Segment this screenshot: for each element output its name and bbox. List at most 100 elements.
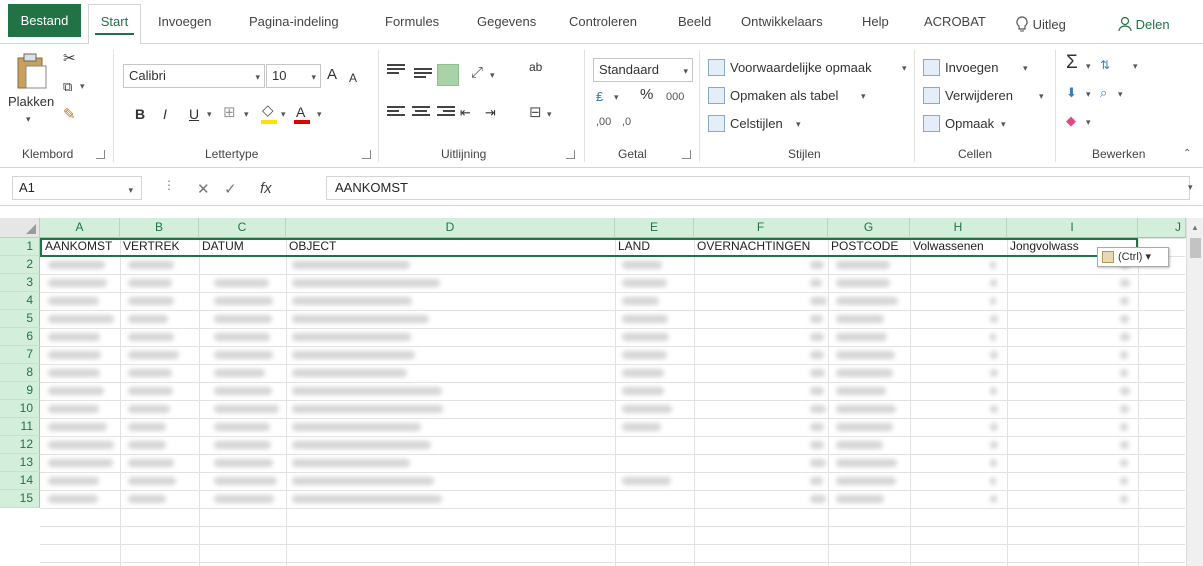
tab-review[interactable]: Controleren [569, 14, 637, 44]
tab-formulas[interactable]: Formules [385, 14, 439, 44]
row-header-10[interactable]: 10 [0, 400, 40, 418]
border-icon[interactable]: ⊞ [223, 104, 236, 122]
row-header-14[interactable]: 14 [0, 472, 40, 490]
increase-decimal-button[interactable]: ,00 [596, 116, 611, 128]
tab-developer[interactable]: Ontwikkelaars [741, 14, 823, 44]
collapse-ribbon-icon[interactable]: ⌃ [1183, 148, 1191, 159]
column-header-h[interactable]: H [910, 218, 1007, 238]
chevron-down-icon[interactable]: ▾ [1086, 89, 1091, 100]
row-header-12[interactable]: 12 [0, 436, 40, 454]
thousands-button[interactable]: 000 [666, 91, 684, 103]
enter-button[interactable]: ✓ [224, 180, 237, 198]
orientation-icon[interactable]: ⤢ [471, 64, 483, 82]
cancel-button[interactable]: ✕ [197, 180, 210, 198]
chevron-down-icon[interactable]: ▾ [614, 92, 619, 103]
cut-icon[interactable]: ✂ [63, 50, 76, 68]
tab-file[interactable]: Bestand [8, 4, 81, 37]
increase-indent-icon[interactable]: ⇥ [485, 104, 496, 122]
tab-help[interactable]: Help [862, 14, 889, 44]
chevron-down-icon[interactable]: ▾ [80, 81, 85, 92]
chevron-down-icon[interactable]: ▾ [281, 109, 286, 120]
row-header-5[interactable]: 5 [0, 310, 40, 328]
grow-font-button[interactable]: A [327, 66, 337, 84]
paste-options-button[interactable]: (Ctrl) ▾ [1097, 247, 1169, 267]
sort-filter-icon[interactable]: ⇅ [1100, 56, 1110, 74]
underline-button[interactable]: U [189, 105, 199, 123]
column-header-d[interactable]: D [286, 218, 615, 238]
dialog-launcher-icon[interactable] [362, 150, 371, 159]
autosum-button[interactable]: Σ [1066, 53, 1078, 72]
row-header-6[interactable]: 6 [0, 328, 40, 346]
tell-me[interactable]: Uitleg [1015, 16, 1066, 32]
column-header-e[interactable]: E [615, 218, 694, 238]
column-header-i[interactable]: I [1007, 218, 1138, 238]
chevron-down-icon[interactable]: ▾ [1188, 182, 1193, 193]
row-header-15[interactable]: 15 [0, 490, 40, 508]
row-header-2[interactable]: 2 [0, 256, 40, 274]
number-format-select[interactable]: Standaard ▾ [593, 58, 693, 82]
row-header-13[interactable]: 13 [0, 454, 40, 472]
column-header-c[interactable]: C [199, 218, 286, 238]
font-color-button[interactable]: A [296, 103, 305, 121]
chevron-down-icon[interactable]: ▾ [1118, 89, 1123, 100]
chevron-down-icon[interactable]: ▾ [683, 60, 688, 82]
align-center-icon[interactable] [412, 106, 430, 120]
font-name-select[interactable]: Calibri ▾ [123, 64, 265, 88]
column-header-j[interactable]: J [1138, 218, 1186, 238]
decrease-decimal-button[interactable]: ,0 [622, 116, 631, 128]
align-bottom-button[interactable] [437, 64, 459, 86]
vertical-scrollbar[interactable]: ▲ [1186, 218, 1203, 566]
tab-home[interactable]: Start [88, 4, 141, 45]
dialog-launcher-icon[interactable] [96, 150, 105, 159]
tab-data[interactable]: Gegevens [477, 14, 536, 44]
chevron-down-icon[interactable]: ▾ [1133, 61, 1138, 72]
row-header-3[interactable]: 3 [0, 274, 40, 292]
tab-page-layout[interactable]: Pagina-indeling [249, 14, 339, 44]
column-header-g[interactable]: G [828, 218, 910, 238]
copy-icon[interactable]: ⧉ [63, 78, 72, 96]
bold-button[interactable]: B [135, 105, 145, 123]
row-header-4[interactable]: 4 [0, 292, 40, 310]
merge-center-icon[interactable]: ⊟ [529, 104, 542, 122]
dialog-launcher-icon[interactable] [566, 150, 575, 159]
chevron-down-icon[interactable]: ▾ [1086, 61, 1091, 72]
share-button[interactable]: Delen [1118, 16, 1170, 32]
fill-color-icon[interactable]: ◇ [262, 102, 274, 120]
align-middle-icon[interactable] [414, 68, 432, 82]
scroll-up-icon[interactable]: ▲ [1191, 223, 1199, 232]
row-header-11[interactable]: 11 [0, 418, 40, 436]
name-box[interactable]: A1 ▾ [12, 176, 142, 200]
tab-view[interactable]: Beeld [678, 14, 711, 44]
align-left-icon[interactable] [387, 106, 405, 120]
row-header-7[interactable]: 7 [0, 346, 40, 364]
shrink-font-button[interactable]: A [349, 69, 357, 87]
tab-insert[interactable]: Invoegen [158, 14, 212, 44]
cell-area[interactable] [40, 238, 1185, 566]
wrap-text-button[interactable]: ab [529, 58, 542, 76]
tab-acrobat[interactable]: ACROBAT [924, 14, 986, 44]
row-header-9[interactable]: 9 [0, 382, 40, 400]
column-header-f[interactable]: F [694, 218, 828, 238]
scrollbar-thumb[interactable] [1190, 238, 1201, 258]
formula-input[interactable]: AANKOMST [326, 176, 1190, 200]
dialog-launcher-icon[interactable] [682, 150, 691, 159]
italic-button[interactable]: I [163, 105, 167, 123]
clear-icon[interactable]: ◆ [1066, 112, 1076, 130]
chevron-down-icon[interactable]: ▾ [317, 109, 322, 120]
paste-button[interactable]: Plakken ▾ [8, 50, 54, 130]
decrease-indent-icon[interactable]: ⇤ [460, 104, 471, 122]
worksheet-grid[interactable]: A B C D E F G H I J 1 2 3 4 5 6 7 8 9 10… [0, 218, 1203, 566]
column-header-b[interactable]: B [120, 218, 199, 238]
row-header-8[interactable]: 8 [0, 364, 40, 382]
chevron-down-icon[interactable]: ▾ [547, 109, 552, 120]
chevron-down-icon[interactable]: ▾ [244, 109, 249, 120]
chevron-down-icon[interactable]: ▾ [207, 109, 212, 120]
chevron-down-icon[interactable]: ▾ [1086, 117, 1091, 128]
insert-function-button[interactable]: fx [260, 180, 272, 197]
select-all-button[interactable] [0, 218, 40, 238]
find-select-icon[interactable]: ⌕ [1100, 84, 1107, 102]
column-header-a[interactable]: A [40, 218, 120, 238]
currency-icon[interactable]: ₤ [596, 88, 603, 106]
percent-button[interactable]: % [640, 86, 653, 104]
chevron-down-icon[interactable]: ▾ [490, 70, 495, 81]
